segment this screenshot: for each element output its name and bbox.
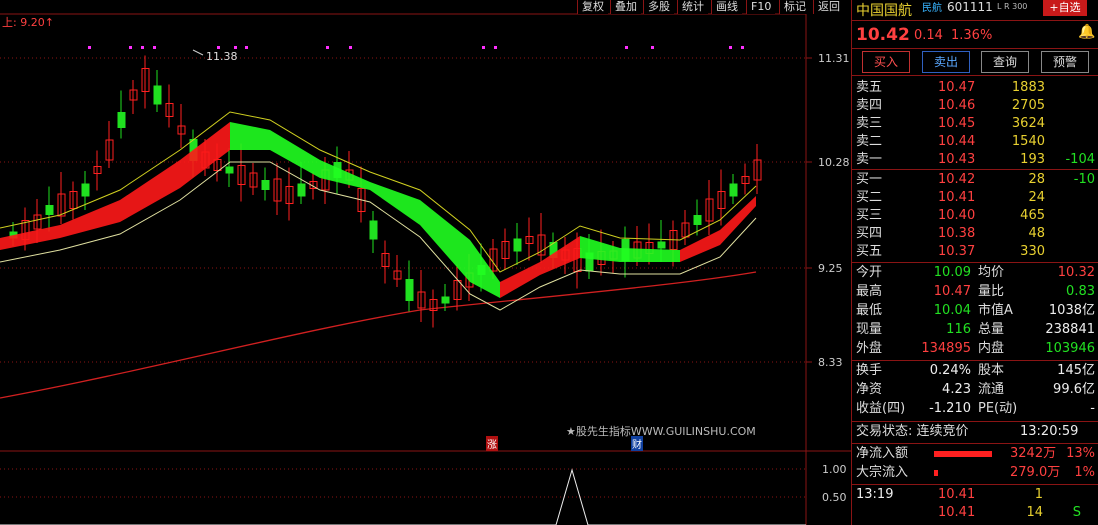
bell-icon[interactable]: 🔔 (1078, 24, 1095, 40)
signal-dot (729, 46, 732, 49)
price-change-pct: 1.36% (951, 28, 993, 43)
trend-ribbon (230, 122, 270, 150)
ask-row[interactable]: 卖五 10.47 1883 (852, 79, 1098, 97)
flow-bar (934, 451, 992, 457)
flow-row: 大宗流入 279.0万 1% (856, 465, 1095, 480)
stock-name: 中国国航 (856, 3, 912, 19)
ask-row[interactable]: 卖三 10.45 3624 (852, 115, 1098, 133)
kline-chart[interactable]: 11.31 10.28 9.25 8.33 1.00 0.50 11.38 (0, 0, 851, 525)
bid-row[interactable]: 买一 10.42 28 -10 (852, 171, 1098, 189)
candle-body (117, 112, 126, 128)
signal-dot (326, 46, 329, 49)
y-tick-label: 11.31 (818, 52, 850, 65)
watermark: ★股先生指标WWW.GUILINSHU.COM (566, 425, 756, 438)
add-watchlist-button[interactable]: +自选 (1043, 0, 1087, 16)
sell-button[interactable]: 卖出 (922, 51, 970, 73)
trade-status: 交易状态: 连续竞价 13:20:59 (856, 424, 1079, 439)
signal-dot (153, 46, 156, 49)
candle-body (45, 205, 54, 215)
trend-ribbon (180, 122, 230, 188)
candle-body (405, 279, 414, 301)
cai-marker[interactable]: 财 (631, 436, 643, 451)
candle-body (729, 183, 738, 197)
high-annotation: 11.38 (206, 50, 238, 63)
sub-tick-label: 0.50 (822, 491, 847, 504)
signal-dot (245, 46, 248, 49)
bid-row[interactable]: 买二 10.41 24 (852, 189, 1098, 207)
trend-ribbon (580, 236, 620, 262)
toolbar-mark[interactable]: 标记 (779, 0, 810, 14)
candle-body (693, 215, 702, 225)
chart-header: 上: 9.20↑ (2, 14, 54, 30)
tick-row: 13:19 10.41 1 (856, 487, 1043, 502)
quote-panel: 中国国航 民航 601111 L R 300 +自选 10.42 0.14 1.… (851, 0, 1098, 525)
trend-ribbon (420, 200, 470, 282)
signal-dot (651, 46, 654, 49)
flow-row: 净流入额 3242万 13% (856, 446, 1095, 461)
stock-code: 601111 (947, 0, 993, 14)
bid-row[interactable]: 买五 10.37 330 (852, 243, 1098, 261)
signal-dot (88, 46, 91, 49)
trend-ribbon (500, 262, 540, 298)
candle-body (81, 183, 90, 197)
toolbar-f10[interactable]: F10 (746, 0, 776, 14)
candle-body (297, 183, 306, 197)
toolbar-draw[interactable]: 画线 (711, 0, 742, 14)
toolbar-back[interactable]: 返回 (813, 0, 844, 14)
signal-dot (129, 46, 132, 49)
toolbar-stats[interactable]: 统计 (677, 0, 708, 14)
trend-ribbon (370, 182, 420, 225)
signal-dot (741, 46, 744, 49)
annotation-line (192, 49, 204, 56)
current-price: 10.42 (856, 25, 910, 45)
tick-row: 10.41 14 S (938, 505, 1081, 520)
flow-bar (934, 470, 938, 476)
long-ma-line (0, 271, 757, 399)
signal-dot (217, 46, 220, 49)
signal-dot (141, 46, 144, 49)
query-button[interactable]: 查询 (981, 51, 1029, 73)
trend-ribbon (680, 230, 720, 262)
signal-dot (482, 46, 485, 49)
ask-row[interactable]: 卖一 10.43 193 -104 (852, 151, 1098, 169)
arrow-up-icon: ↑ (44, 16, 54, 29)
industry-badge[interactable]: 民航 (922, 0, 942, 14)
toolbar-multi[interactable]: 多股 (643, 0, 674, 14)
y-tick-label: 8.33 (818, 356, 843, 369)
bid-row[interactable]: 买三 10.40 465 (852, 207, 1098, 225)
toolbar-overlay[interactable]: 叠加 (610, 0, 641, 14)
candle-body (153, 85, 162, 105)
signal-dot (234, 46, 237, 49)
trend-ribbon (0, 225, 60, 250)
y-tick-label: 9.25 (818, 262, 843, 275)
sub-tick-label: 1.00 (822, 463, 847, 476)
trend-ribbon (120, 160, 180, 222)
ma-line (0, 161, 757, 311)
signal-dot (625, 46, 628, 49)
toolbar-fuquan[interactable]: 复权 (577, 0, 608, 14)
zhang-marker[interactable]: 涨 (486, 436, 498, 451)
candle-body (225, 166, 234, 174)
trend-ribbon (60, 200, 120, 238)
candle-body (369, 220, 378, 240)
ask-row[interactable]: 卖四 10.46 2705 (852, 97, 1098, 115)
trend-ribbon (620, 248, 680, 262)
candle-body (261, 180, 270, 190)
signal-dot (494, 46, 497, 49)
chart-header-label: 上: 9.20 (2, 16, 45, 29)
bid-row[interactable]: 买四 10.38 48 (852, 225, 1098, 243)
y-tick-label: 10.28 (818, 156, 850, 169)
price-change: 0.14 (914, 28, 943, 43)
candle-body (441, 296, 450, 304)
signal-dot (349, 46, 352, 49)
lr-label: L R 300 (997, 2, 1028, 11)
candle-body (513, 238, 522, 252)
alert-button[interactable]: 预警 (1041, 51, 1089, 73)
candle-body (657, 241, 666, 249)
ask-row[interactable]: 卖二 10.44 1540 (852, 133, 1098, 151)
buy-button[interactable]: 买入 (862, 51, 910, 73)
trend-ribbon (320, 160, 370, 190)
